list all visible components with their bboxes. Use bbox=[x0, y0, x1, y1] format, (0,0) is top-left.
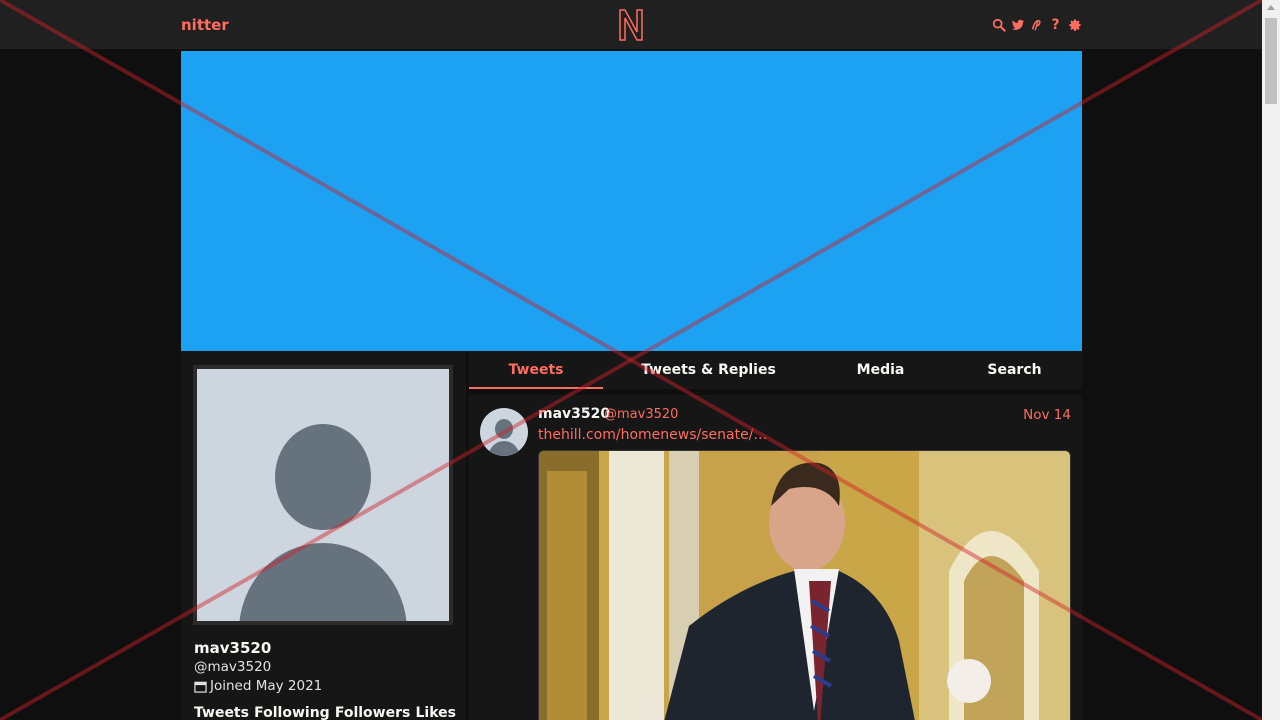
profile-card: mav3520 @mav3520 Joined May 2021 Tweets … bbox=[181, 351, 466, 720]
twitter-icon[interactable] bbox=[1010, 17, 1025, 33]
profile-joined-text: Joined May 2021 bbox=[210, 678, 323, 694]
profile-name[interactable]: mav3520 bbox=[194, 639, 271, 657]
page-scrollbar[interactable] bbox=[1262, 0, 1280, 720]
tab-tweets[interactable]: Tweets bbox=[469, 351, 603, 389]
navbar-inner: nitter ? bbox=[181, 0, 1082, 50]
tweet-author-name[interactable]: mav3520 bbox=[538, 406, 610, 422]
tab-tweets-replies[interactable]: Tweets & Replies bbox=[603, 351, 814, 389]
stat-following-label[interactable]: Following bbox=[254, 705, 330, 720]
stat-tweets-label[interactable]: Tweets bbox=[194, 705, 249, 720]
timeline: mav3520 @mav3520 Nov 14 thehill.com/home… bbox=[469, 395, 1082, 720]
timeline-tabs: Tweets Tweets & Replies Media Search bbox=[469, 351, 1082, 389]
scroll-up-arrow-icon[interactable] bbox=[1267, 5, 1275, 10]
rss-icon[interactable] bbox=[1029, 17, 1044, 33]
profile-joined: Joined May 2021 bbox=[194, 678, 322, 694]
profile-stats: Tweets Following Followers Likes bbox=[194, 705, 456, 720]
scroll-thumb[interactable] bbox=[1265, 18, 1277, 104]
nitter-logo-icon[interactable] bbox=[617, 8, 645, 42]
top-navbar: nitter ? bbox=[0, 0, 1262, 50]
profile-avatar[interactable] bbox=[193, 365, 453, 625]
calendar-icon bbox=[194, 681, 207, 693]
tweet-author-handle[interactable]: @mav3520 bbox=[604, 407, 678, 422]
tweet-avatar[interactable] bbox=[480, 408, 528, 456]
tweet-link[interactable]: thehill.com/homenews/senate/… bbox=[538, 427, 767, 443]
help-icon[interactable]: ? bbox=[1048, 17, 1063, 33]
tweet-date[interactable]: Nov 14 bbox=[1023, 407, 1071, 423]
profile-banner[interactable] bbox=[181, 51, 1082, 351]
stat-followers-label[interactable]: Followers bbox=[335, 705, 411, 720]
search-icon[interactable] bbox=[991, 17, 1006, 33]
tab-media[interactable]: Media bbox=[814, 351, 947, 389]
tab-search[interactable]: Search bbox=[947, 351, 1082, 389]
tweet-media-image[interactable] bbox=[538, 450, 1071, 720]
profile-handle[interactable]: @mav3520 bbox=[194, 659, 271, 675]
stat-likes-label[interactable]: Likes bbox=[416, 705, 456, 720]
brand-link[interactable]: nitter bbox=[181, 16, 229, 34]
gear-icon[interactable] bbox=[1067, 17, 1082, 33]
nav-icon-group: ? bbox=[991, 15, 1082, 35]
default-avatar-icon bbox=[197, 369, 449, 621]
